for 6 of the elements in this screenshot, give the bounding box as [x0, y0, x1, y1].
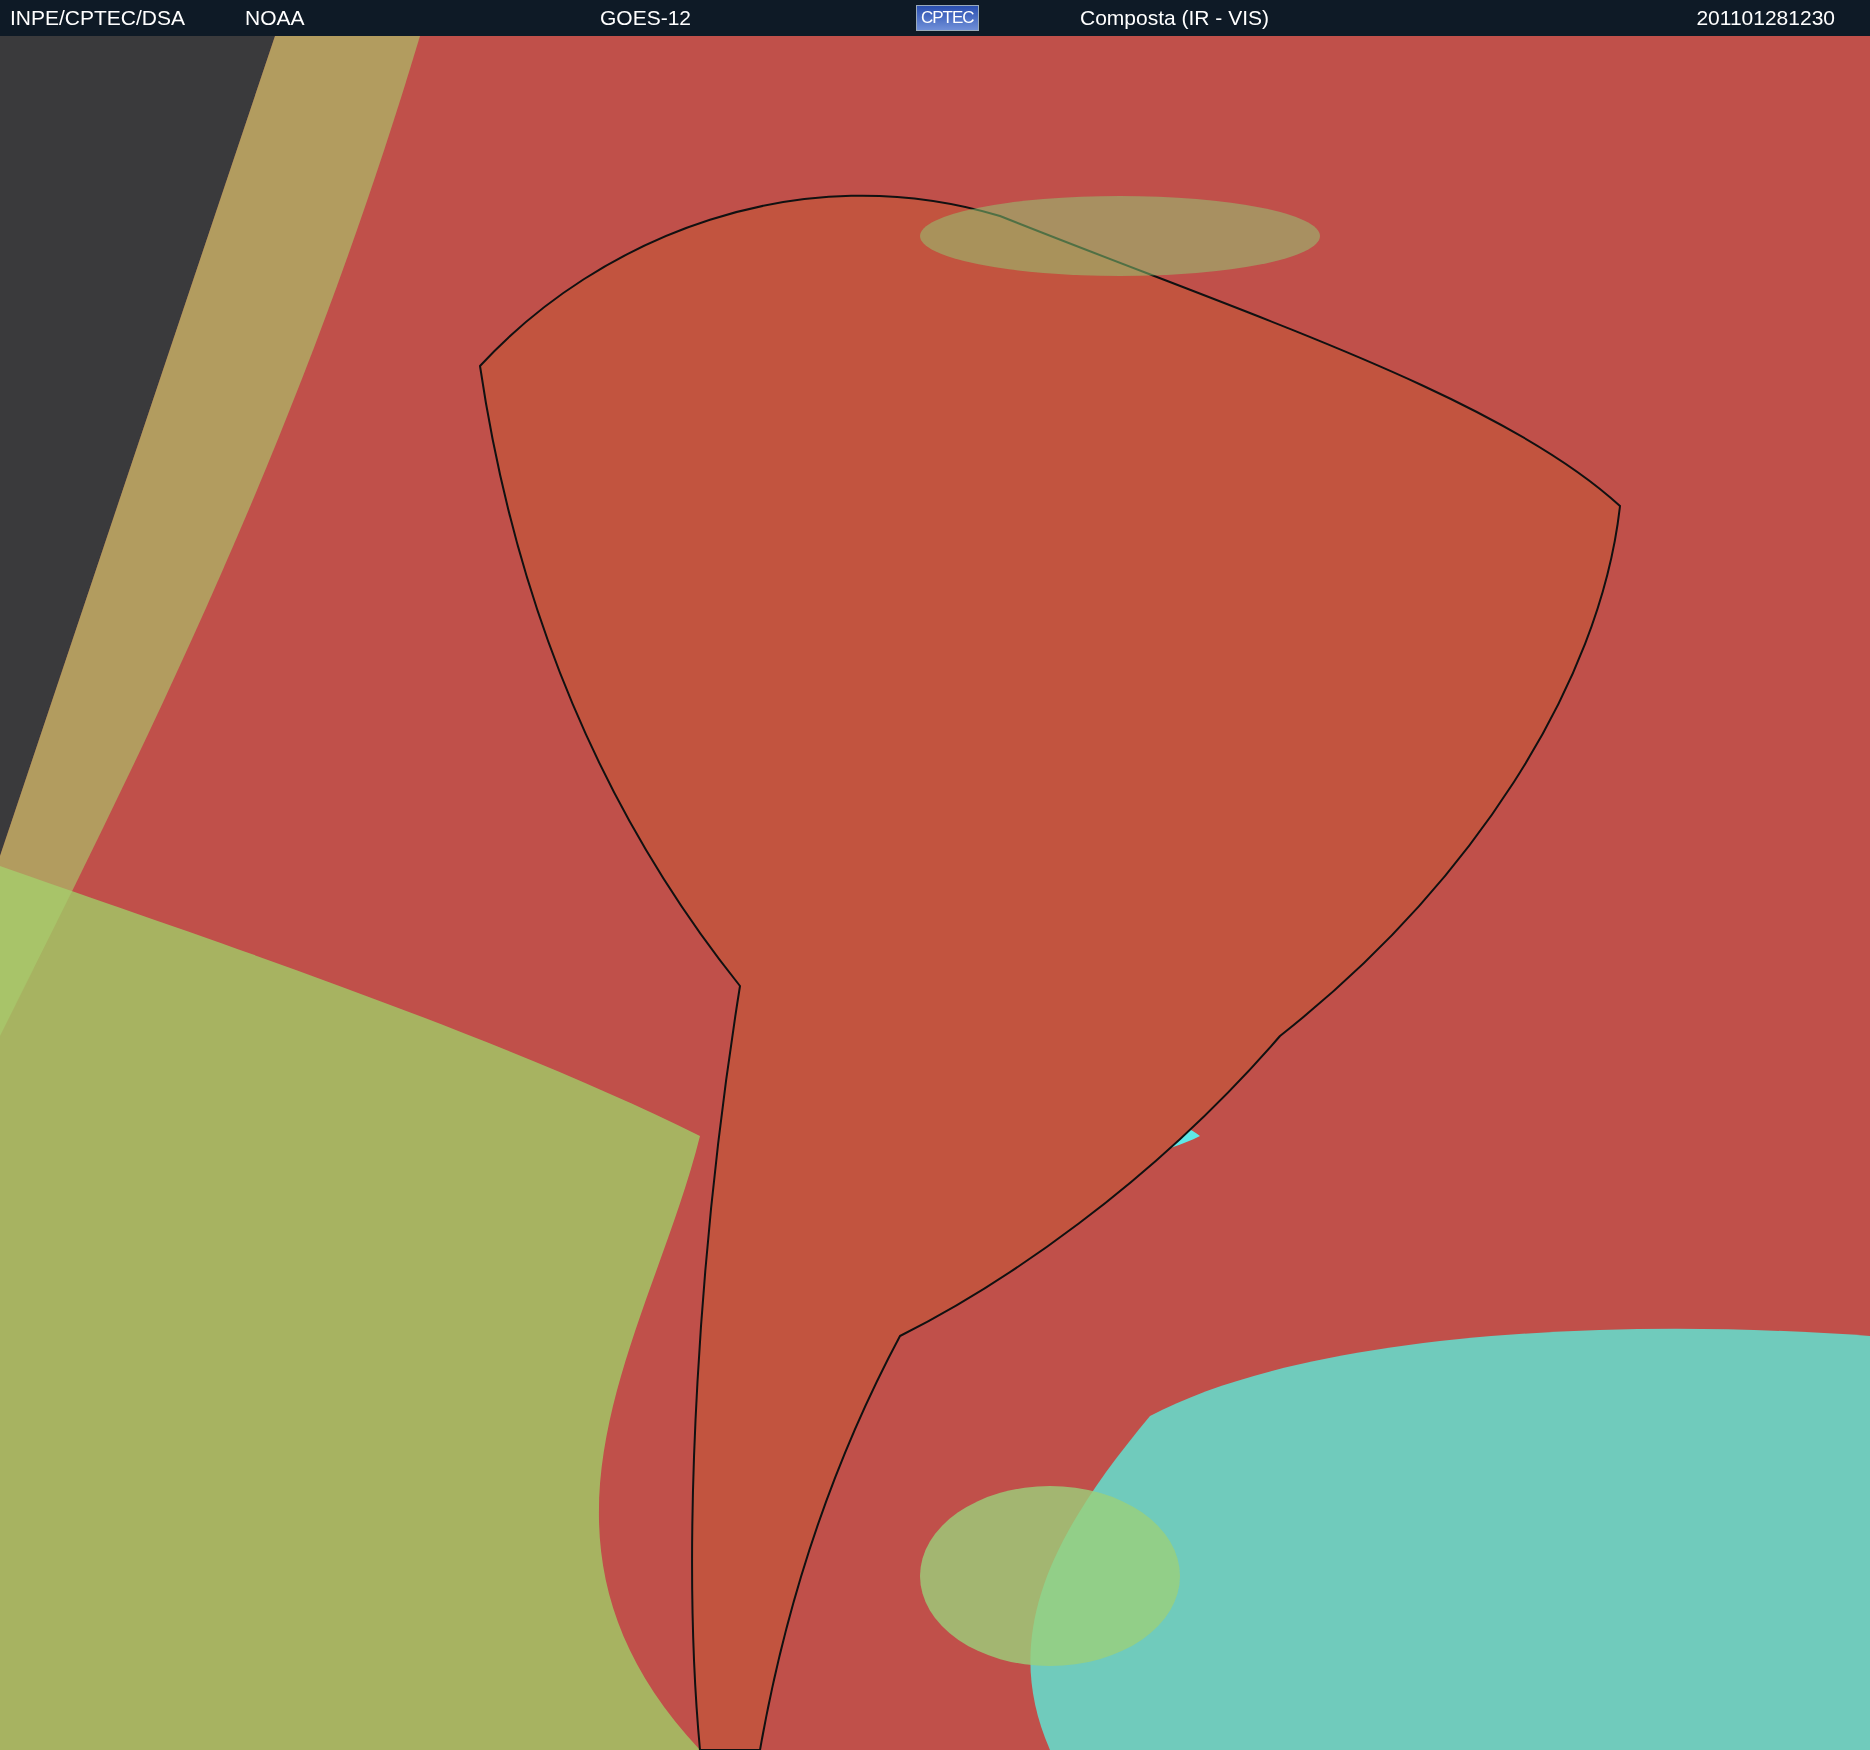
satellite-label: GOES-12 — [600, 6, 693, 30]
logo: CPTEC — [916, 5, 979, 31]
source-label: INPE/CPTEC/DSA — [10, 6, 187, 30]
product-label: Composta (IR - VIS) — [1080, 6, 1271, 30]
timestamp-label: 201101281230 — [1696, 6, 1835, 30]
agency-label: NOAA — [245, 6, 306, 30]
